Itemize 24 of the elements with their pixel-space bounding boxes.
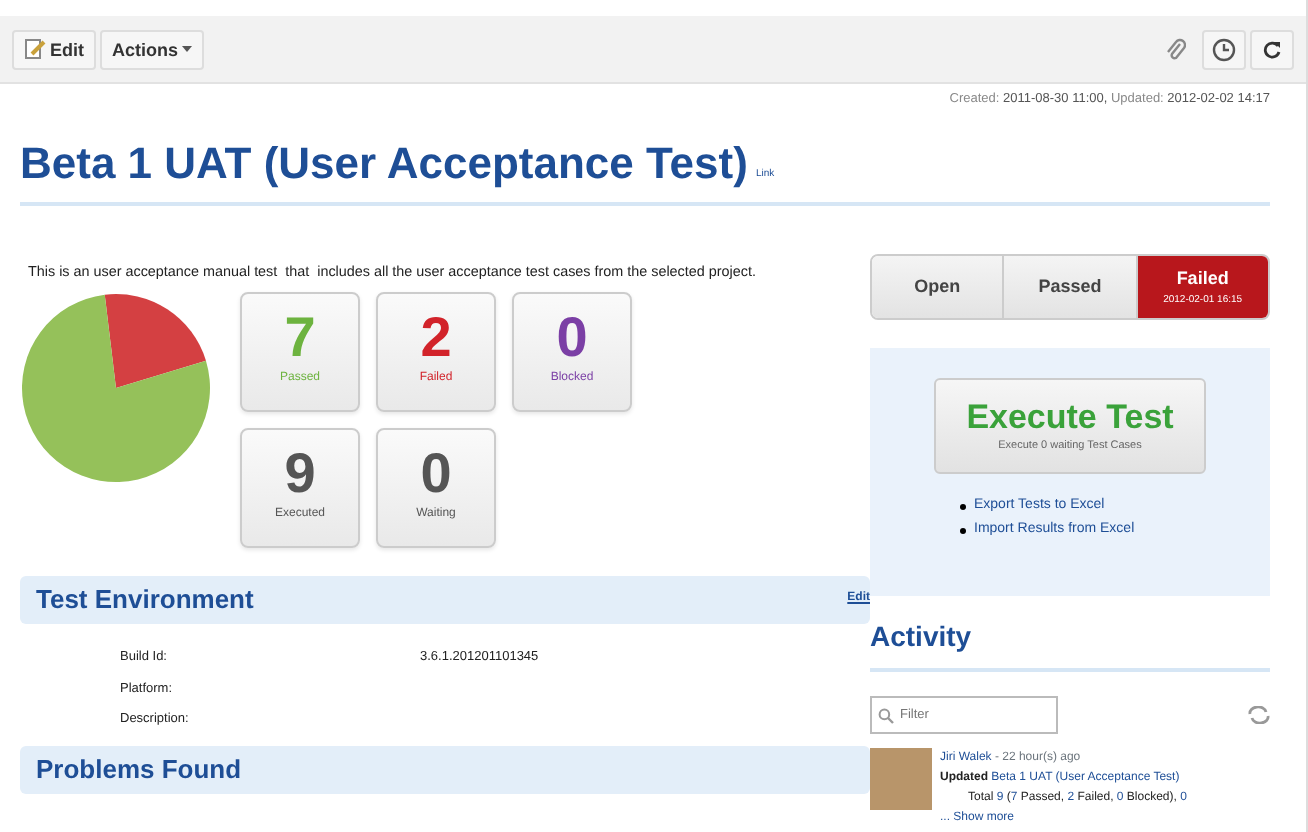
- stat-count: 0: [554, 305, 590, 370]
- activity-title: Activity: [870, 616, 1270, 673]
- bullet-icon: [960, 503, 966, 510]
- search-icon: [878, 708, 894, 725]
- caret-icon: [182, 45, 193, 53]
- photo-placeholder: [870, 748, 932, 811]
- paperclip-icon[interactable]: [1166, 37, 1186, 61]
- stat-count: 9: [282, 441, 318, 506]
- actions-button[interactable]: Actions: [100, 29, 205, 69]
- clock-icon[interactable]: [1212, 37, 1236, 61]
- page-title: Beta 1 UAT (User Acceptance Test): [20, 137, 748, 191]
- stat-count: 0: [418, 441, 454, 506]
- refresh-icon[interactable]: [1262, 39, 1282, 59]
- stat-count: 2: [418, 305, 454, 370]
- status-tab[interactable]: Open: [872, 256, 1005, 319]
- section-title: Problems Found: [36, 752, 242, 789]
- pencil-icon: [24, 38, 46, 60]
- stat-count: 7: [282, 305, 318, 370]
- edit-button[interactable]: Edit: [12, 29, 96, 69]
- refresh-button[interactable]: [1250, 29, 1294, 69]
- history-button[interactable]: [1202, 29, 1246, 69]
- bullet-icon: [960, 527, 966, 534]
- status-tab[interactable]: Passed: [1004, 256, 1138, 319]
- section-title: Test Environment: [36, 582, 254, 619]
